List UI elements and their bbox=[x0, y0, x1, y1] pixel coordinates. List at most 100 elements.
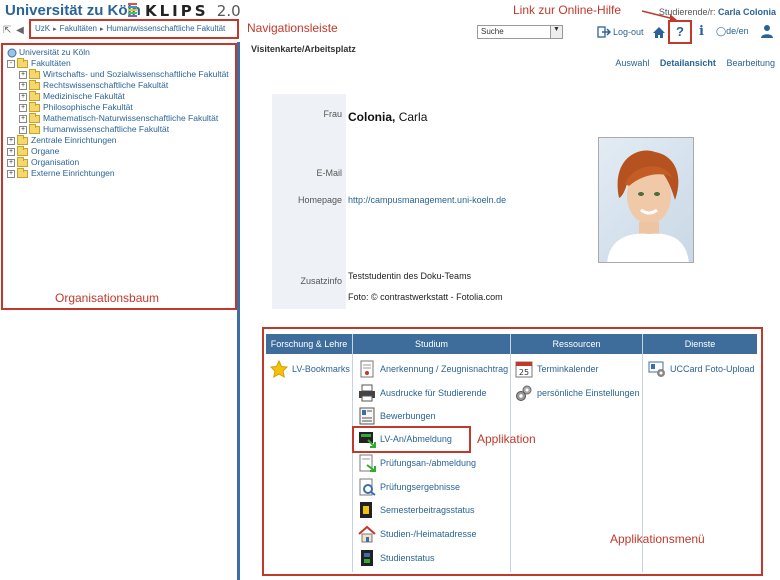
svg-text:25: 25 bbox=[519, 368, 529, 377]
search-select-value: Suche bbox=[481, 27, 504, 36]
app-terminkalender[interactable]: 25 Terminkalender bbox=[515, 360, 599, 378]
folder-icon bbox=[17, 145, 28, 156]
expand-icon[interactable]: + bbox=[19, 92, 27, 101]
person-name: Colonia, Carla bbox=[348, 110, 428, 124]
page-title: Visitenkarte/Arbeitsplatz bbox=[251, 44, 356, 54]
tree-item-rechtswiss[interactable]: + Rechtswissenschaftliche Fakultät bbox=[7, 79, 229, 91]
star-icon bbox=[270, 360, 288, 378]
logout-link[interactable]: Log-out bbox=[597, 26, 644, 38]
home-button[interactable] bbox=[652, 26, 666, 39]
expand-icon[interactable]: + bbox=[19, 70, 27, 79]
user-name[interactable]: Carla Colonia bbox=[718, 7, 776, 17]
user-profile-icon[interactable] bbox=[760, 24, 774, 38]
help-button[interactable]: ? bbox=[668, 20, 692, 44]
logout-icon bbox=[597, 26, 611, 38]
view-tabs: Auswahl Detailansicht Bearbeitung bbox=[607, 58, 775, 68]
breadcrumb-separator-icon: ▸ bbox=[53, 26, 57, 33]
tree-item-organe[interactable]: + Organe bbox=[7, 145, 229, 157]
calendar-icon: 25 bbox=[515, 361, 533, 378]
app-heimatadresse[interactable]: Studien-/Heimatadresse bbox=[358, 525, 477, 543]
breadcrumb-item-uzk[interactable]: UzK bbox=[35, 24, 50, 33]
annotation-nav-bar: Navigationsleiste bbox=[247, 21, 338, 35]
folder-icon bbox=[29, 123, 40, 134]
top-actions: Log-out bbox=[597, 24, 674, 40]
expand-icon[interactable]: + bbox=[7, 136, 15, 145]
globe-icon bbox=[7, 48, 17, 57]
breadcrumb-item-humanwiss[interactable]: Humanwissenschaftliche Fakultät bbox=[107, 24, 226, 33]
back-icon[interactable]: ◀ bbox=[16, 25, 24, 36]
tree-item-matnat[interactable]: + Mathematisch-Naturwissenschaftliche Fak… bbox=[7, 112, 229, 124]
app-header-studium: Studium bbox=[353, 334, 510, 354]
app-einstellungen[interactable]: persönliche Einstellungen bbox=[515, 384, 640, 402]
app-lv-bookmarks[interactable]: LV-Bookmarks bbox=[270, 360, 350, 378]
tree-item-medizin[interactable]: + Medizinische Fakultät bbox=[7, 90, 229, 102]
home-icon bbox=[652, 26, 665, 38]
tree-item-wiso[interactable]: + Wirtschafts- und Sozialwissenschaftlich… bbox=[7, 68, 229, 80]
tab-auswahl[interactable]: Auswahl bbox=[615, 58, 649, 68]
search-select[interactable]: Suche ▼ bbox=[477, 25, 563, 39]
zusatzinfo-text: Teststudentin des Doku-Teams Foto: © con… bbox=[348, 271, 503, 302]
tab-bearbeitung[interactable]: Bearbeitung bbox=[726, 58, 775, 68]
app-lv-anmeldung[interactable]: LV-An/Abmeldung bbox=[358, 430, 452, 448]
app-semesterbeitrag[interactable]: Semesterbeitragsstatus bbox=[358, 501, 475, 519]
sidebar: Universität zu Köln - Fakultäten + Wirtsch… bbox=[0, 42, 240, 580]
app-studienstatus[interactable]: Studienstatus bbox=[358, 549, 435, 567]
folder-icon bbox=[17, 156, 28, 167]
expand-icon[interactable]: + bbox=[19, 103, 27, 112]
org-tree-frame: Universität zu Köln - Fakultäten + Wirtsch… bbox=[1, 43, 237, 310]
app-bewerbungen[interactable]: Bewerbungen bbox=[358, 407, 436, 425]
expand-icon[interactable]: + bbox=[19, 81, 27, 90]
app-uccard-upload[interactable]: UCCard Foto-Upload bbox=[648, 360, 755, 378]
app-header-dienste: Dienste bbox=[643, 334, 757, 354]
document-icon bbox=[360, 360, 374, 378]
klips-logo-icon bbox=[128, 3, 137, 17]
exam-icon bbox=[359, 454, 376, 472]
tree-item-externe[interactable]: + Externe Einrichtungen bbox=[7, 167, 229, 179]
folder-icon bbox=[29, 79, 40, 90]
registration-icon bbox=[359, 432, 376, 448]
collapse-icon[interactable]: - bbox=[7, 59, 15, 68]
language-switch[interactable]: ◯de/en bbox=[716, 26, 749, 37]
column-divider bbox=[352, 334, 353, 572]
app-header-ressourcen: Ressourcen bbox=[511, 334, 642, 354]
homepage-label: Homepage bbox=[297, 195, 342, 205]
university-logo-text[interactable]: Universität zu Köln bbox=[5, 2, 141, 19]
printer-icon bbox=[359, 384, 375, 402]
folder-icon bbox=[29, 101, 40, 112]
app-pruefungsergebnisse[interactable]: Prüfungsergebnisse bbox=[358, 478, 460, 496]
annotation-help-link: Link zur Online-Hilfe bbox=[513, 3, 622, 17]
info-button[interactable]: i bbox=[699, 24, 704, 39]
breadcrumb: UzK ▸ Fakultäten ▸ Humanwissenschaftliche Fa… bbox=[29, 19, 239, 39]
expand-icon[interactable]: + bbox=[19, 114, 27, 123]
expand-icon[interactable]: + bbox=[7, 158, 15, 167]
tree-item-zentrale[interactable]: + Zentrale Einrichtungen bbox=[7, 134, 229, 146]
breadcrumb-separator-icon: ▸ bbox=[100, 26, 104, 33]
tree-item-humanwiss[interactable]: + Humanwissenschaftliche Fakultät bbox=[7, 123, 229, 135]
nav-icons: ⇱ ◀ bbox=[3, 25, 24, 36]
speech-bubble-icon: ◯ bbox=[716, 26, 727, 36]
tree-root[interactable]: Universität zu Köln bbox=[7, 47, 229, 58]
expand-icon[interactable]: + bbox=[7, 169, 15, 178]
tab-detailansicht[interactable]: Detailansicht bbox=[660, 58, 716, 68]
open-window-icon[interactable]: ⇱ bbox=[3, 25, 11, 36]
app-logo: KLIPS 2.0 bbox=[145, 2, 241, 20]
annotation-app-menu: Applikationsmenü bbox=[610, 532, 705, 546]
app-pruefungsanmeldung[interactable]: Prüfungsan-/abmeldung bbox=[358, 454, 476, 472]
annotation-org-tree: Organisationsbaum bbox=[55, 291, 160, 305]
breadcrumb-item-fakultaeten[interactable]: Fakultäten bbox=[60, 24, 97, 33]
column-divider bbox=[510, 334, 511, 572]
form-icon bbox=[359, 407, 375, 425]
expand-icon[interactable]: + bbox=[7, 147, 15, 156]
fee-icon bbox=[360, 502, 372, 518]
app-ausdrucke[interactable]: Ausdrucke für Studierende bbox=[358, 384, 487, 402]
card-upload-icon bbox=[648, 361, 665, 377]
tree-item-organisation[interactable]: + Organisation bbox=[7, 156, 229, 168]
homepage-link[interactable]: http://campusmanagement.uni-koeln.de bbox=[348, 195, 506, 205]
app-anerkennung[interactable]: Anerkennung / Zeugnisnachtrag bbox=[358, 360, 508, 378]
expand-icon[interactable]: + bbox=[19, 125, 27, 134]
salutation-label: Frau bbox=[323, 109, 342, 119]
tree-item-fakultaeten[interactable]: - Fakultäten bbox=[7, 57, 229, 69]
profile-photo bbox=[598, 137, 694, 263]
tree-item-philosophie[interactable]: + Philosophische Fakultät bbox=[7, 101, 229, 113]
folder-icon bbox=[29, 90, 40, 101]
